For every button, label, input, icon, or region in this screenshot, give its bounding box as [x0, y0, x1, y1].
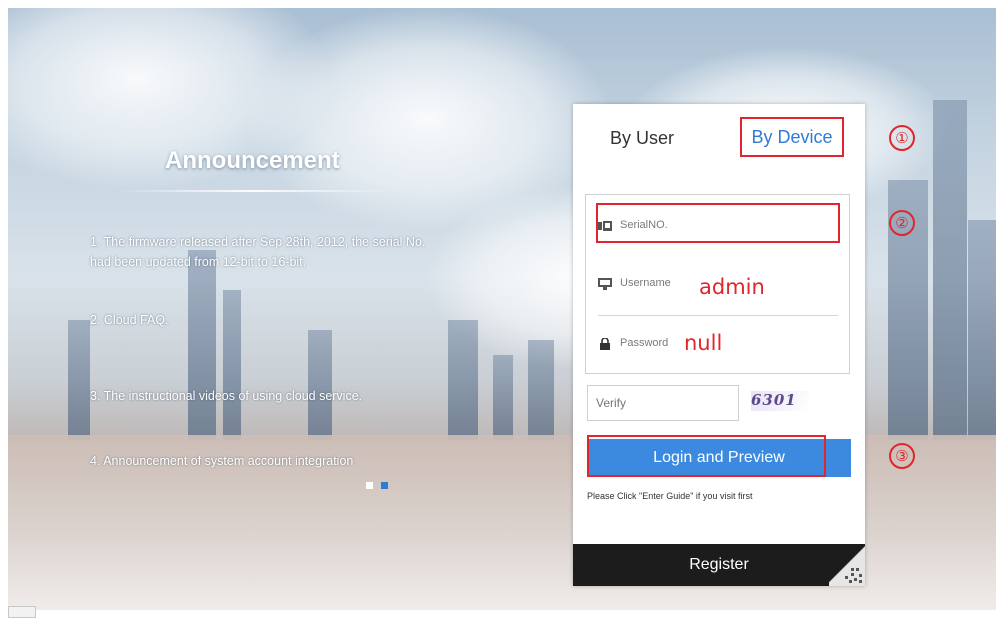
password-field[interactable]: Password — [598, 337, 669, 350]
lock-icon — [598, 337, 612, 350]
credentials-box: SerialNO. Username admin Password null — [585, 194, 850, 374]
field-divider — [598, 315, 838, 316]
password-label: Password — [620, 337, 669, 349]
captcha-image[interactable]: 6301 — [751, 391, 809, 411]
announcement-item-2[interactable]: 2. Cloud FAQ. — [90, 310, 430, 330]
verify-input[interactable] — [587, 385, 739, 421]
tab-by-device[interactable]: By Device — [740, 117, 844, 157]
login-annotation-box — [587, 435, 826, 477]
announcement-item-3[interactable]: 3. The instructional videos of using clo… — [90, 386, 430, 406]
announcement-item-4[interactable]: 4. Announcement of system account integr… — [90, 451, 430, 471]
annotation-step-3: ③ — [889, 443, 915, 469]
password-value: null — [684, 331, 723, 355]
tab-by-user[interactable]: By User — [610, 128, 674, 149]
announcement-divider — [115, 190, 395, 192]
annotation-step-1: ① — [889, 125, 915, 151]
login-panel: By User By Device SerialNO. Username adm… — [573, 104, 865, 586]
announcement-title: Announcement — [165, 147, 340, 174]
register-button[interactable]: Register — [573, 544, 865, 586]
window-corner-tab — [8, 606, 36, 618]
pager-dot-2[interactable] — [381, 482, 388, 489]
annotation-step-2: ② — [889, 210, 915, 236]
pager-dot-1[interactable] — [366, 482, 373, 489]
username-field[interactable]: Username — [598, 277, 671, 290]
serial-annotation-box — [596, 203, 840, 243]
carousel-pager — [366, 476, 396, 494]
username-label: Username — [620, 277, 671, 289]
announcement-item-1[interactable]: 1. The firmware released after Sep 28th,… — [90, 232, 430, 272]
guide-hint: Please Click "Enter Guide" if you visit … — [587, 491, 753, 501]
username-value: admin — [699, 275, 765, 299]
monitor-icon — [598, 277, 612, 290]
qr-code-icon[interactable] — [829, 544, 865, 586]
